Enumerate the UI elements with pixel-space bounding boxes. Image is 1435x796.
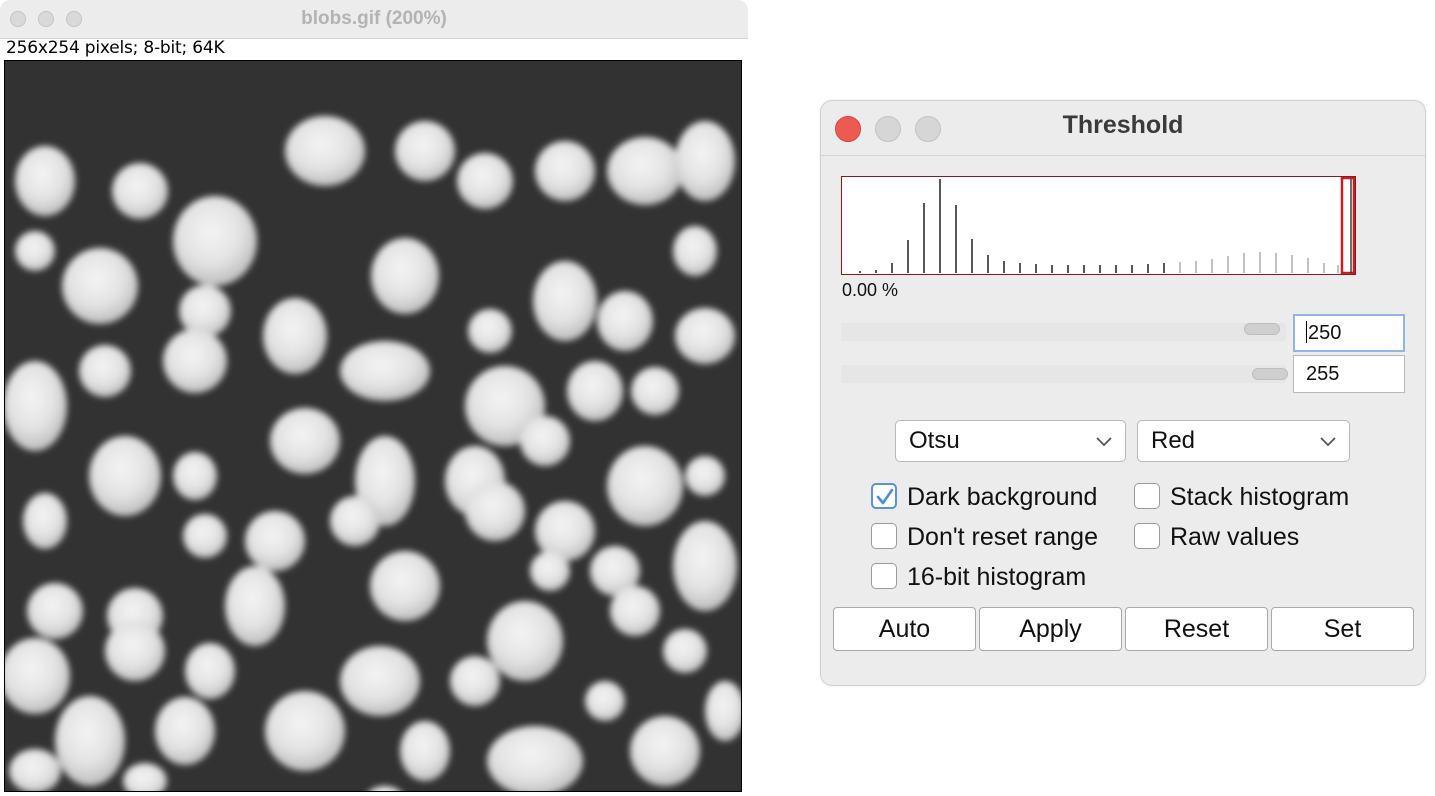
image-window: blobs.gif (200%) 256x254 pixels; 8-bit; …	[0, 0, 748, 796]
histogram-percent: 0.00 %	[842, 280, 899, 300]
display-select-value: Red	[1151, 427, 1196, 454]
dark-background-label: Dark background	[907, 483, 1098, 511]
chevron-down-icon	[1096, 437, 1112, 447]
set-button[interactable]: Set	[1271, 607, 1414, 651]
hist16-checkbox[interactable]	[871, 563, 897, 590]
threshold-titlebar[interactable]: Threshold	[821, 101, 1425, 156]
checkmark-icon	[876, 489, 894, 505]
reset-button[interactable]: Reset	[1125, 607, 1268, 651]
histogram-svg	[859, 176, 1356, 275]
histogram-plot	[841, 176, 1356, 275]
min-slider-thumb[interactable]	[1244, 323, 1280, 335]
stack-histogram-checkbox[interactable]	[1134, 483, 1160, 510]
dont-reset-range-checkbox[interactable]	[871, 523, 897, 550]
blobs-image	[5, 61, 741, 791]
threshold-method-select[interactable]: Otsu	[895, 420, 1126, 462]
image-info-text: 256x254 pixels; 8-bit; 64K	[6, 38, 225, 58]
dark-background-checkbox[interactable]	[871, 483, 897, 510]
stack-histogram-label: Stack histogram	[1170, 483, 1350, 511]
dont-reset-range-label: Don't reset range	[907, 523, 1098, 551]
raw-values-checkbox[interactable]	[1134, 523, 1160, 550]
auto-button[interactable]: Auto	[833, 607, 976, 651]
method-select-value: Otsu	[909, 427, 960, 454]
threshold-range-marker	[1340, 176, 1356, 275]
min-threshold-slider[interactable]	[841, 323, 1286, 341]
raw-values-option[interactable]: Raw values	[1134, 523, 1299, 552]
hist16-option[interactable]: 16-bit histogram	[871, 563, 1086, 592]
max-threshold-slider[interactable]	[841, 365, 1288, 383]
image-window-title: blobs.gif (200%)	[301, 8, 447, 29]
min-threshold-field[interactable]: 250	[1293, 314, 1405, 352]
display-mode-select[interactable]: Red	[1137, 420, 1350, 462]
threshold-dialog: Threshold 0.00 % 250 255 Otsu Red Dark b…	[820, 100, 1426, 686]
dark-background-option[interactable]: Dark background	[871, 483, 1097, 512]
image-canvas[interactable]	[4, 60, 742, 792]
image-window-titlebar[interactable]: blobs.gif (200%)	[0, 0, 748, 39]
chevron-down-icon	[1320, 437, 1336, 447]
dont-reset-range-option[interactable]: Don't reset range	[871, 523, 1098, 552]
stack-histogram-option[interactable]: Stack histogram	[1134, 483, 1349, 512]
threshold-title: Threshold	[1062, 111, 1184, 139]
max-slider-thumb[interactable]	[1252, 368, 1288, 380]
raw-values-label: Raw values	[1170, 523, 1300, 551]
apply-button[interactable]: Apply	[979, 607, 1122, 651]
max-threshold-field[interactable]: 255	[1293, 355, 1405, 393]
hist16-label: 16-bit histogram	[907, 563, 1087, 591]
